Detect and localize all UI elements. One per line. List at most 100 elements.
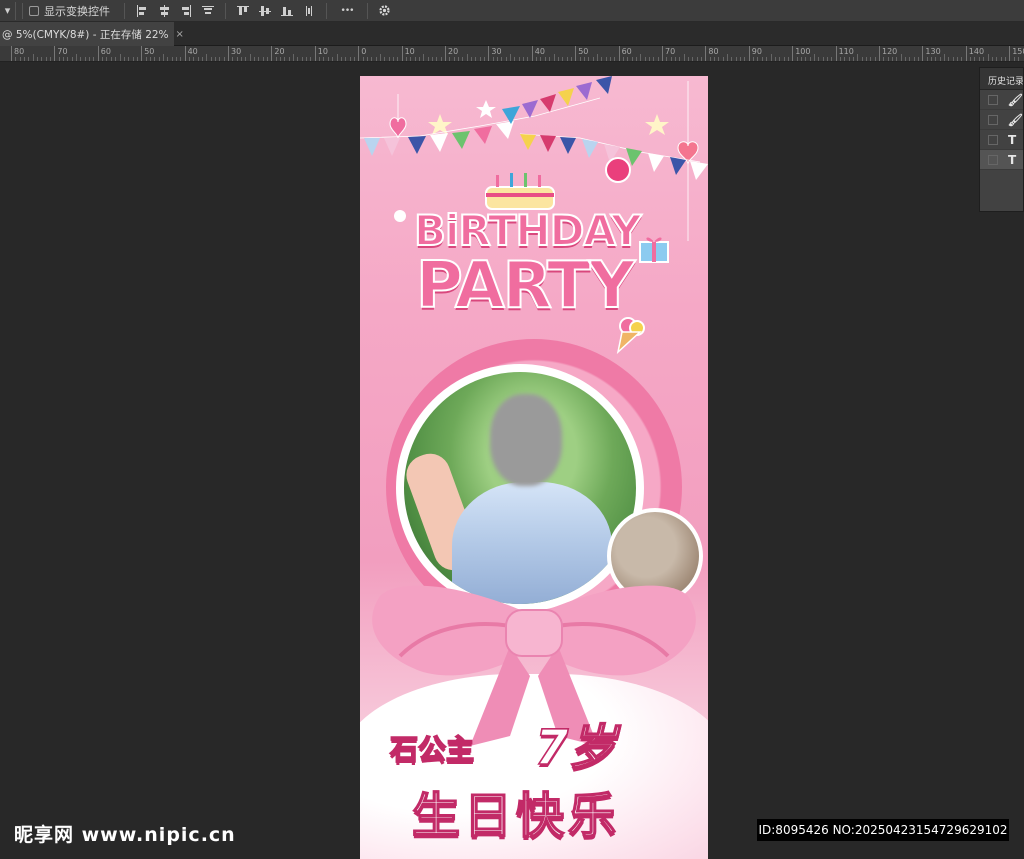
ruler-minor-tick	[115, 57, 117, 61]
history-snapshot-box[interactable]	[988, 114, 998, 125]
ruler-minor-tick	[779, 57, 781, 61]
ruler-minor-tick	[978, 57, 980, 61]
ruler-tick-label: 10	[401, 46, 415, 61]
ruler-minor-tick	[332, 57, 334, 61]
ruler-minor-tick	[926, 57, 928, 61]
age-text: 7岁	[534, 719, 617, 777]
ruler-minor-tick	[254, 57, 256, 61]
ruler-minor-tick	[553, 54, 555, 61]
history-item[interactable]: 🖌	[980, 110, 1023, 130]
ruler-minor-tick	[991, 57, 993, 61]
ruler-minor-tick	[84, 57, 86, 61]
ruler-minor-tick	[666, 57, 668, 61]
cake-icon	[485, 173, 555, 210]
checkbox-box[interactable]	[29, 5, 39, 16]
ruler-minor-tick	[427, 57, 429, 61]
history-snapshot-box[interactable]	[988, 94, 998, 105]
ruler-minor-tick	[392, 57, 394, 61]
ruler-minor-tick	[45, 57, 47, 61]
ruler-minor-tick	[484, 57, 486, 61]
align-vertical-center-icon[interactable]	[254, 2, 276, 20]
align-top-edge-icon[interactable]	[197, 2, 219, 20]
ruler-minor-tick	[826, 57, 828, 61]
ruler-minor-tick	[37, 57, 39, 61]
ruler-minor-tick	[15, 57, 17, 61]
ruler-minor-tick	[774, 57, 776, 61]
history-item[interactable]: T	[980, 130, 1023, 150]
ruler-minor-tick	[306, 57, 308, 61]
ruler-minor-tick	[905, 57, 907, 61]
history-panel: 历史记录 🖌 🖌 T T	[979, 67, 1024, 212]
ruler-minor-tick	[540, 57, 542, 61]
ruler-tick-label: 20	[445, 46, 458, 61]
ruler-minor-tick	[635, 57, 637, 61]
poster-document[interactable]: BiRTHDAY PARTY 石公主 7岁 生日快乐	[360, 76, 708, 859]
ruler-minor-tick	[675, 57, 677, 61]
ruler-minor-tick	[892, 57, 894, 61]
ruler-minor-tick	[475, 57, 477, 61]
ruler-minor-tick	[783, 57, 785, 61]
ruler-minor-tick	[1017, 57, 1019, 61]
options-bar: ▾ 显示变换控件 •••	[0, 0, 1024, 22]
ruler-minor-tick	[900, 54, 902, 61]
ruler-minor-tick	[349, 57, 351, 61]
ruler-minor-tick	[32, 54, 34, 61]
align-bottom-icon[interactable]	[276, 2, 298, 20]
ruler-tick-label: 20	[271, 46, 285, 61]
ruler-minor-tick	[536, 57, 538, 61]
history-panel-title[interactable]: 历史记录	[980, 68, 1023, 90]
text-tool-icon: T	[1008, 152, 1017, 167]
ruler-minor-tick	[1000, 57, 1002, 61]
ruler-minor-tick	[67, 57, 69, 61]
ruler-minor-tick	[193, 57, 195, 61]
ruler-minor-tick	[592, 57, 594, 61]
ruler-minor-tick	[219, 57, 221, 61]
document-tab[interactable]: @ 5%(CMYK/8#) - 正在存储 22% ×	[0, 22, 184, 46]
ruler-minor-tick	[462, 57, 464, 61]
ruler-minor-tick	[128, 57, 130, 61]
ruler-minor-tick	[418, 57, 420, 61]
gear-icon[interactable]	[374, 2, 394, 20]
gift-icon	[639, 237, 669, 263]
ruler-minor-tick	[158, 57, 160, 61]
ruler-minor-tick	[727, 54, 729, 61]
ruler-minor-tick	[384, 57, 386, 61]
ruler-minor-tick	[757, 57, 759, 61]
history-item-selected[interactable]: T	[980, 150, 1023, 170]
ruler-tick-label: 30	[488, 46, 502, 61]
close-icon[interactable]: ×	[176, 29, 184, 40]
ruler-minor-tick	[557, 57, 559, 61]
more-options-icon[interactable]: •••	[333, 2, 361, 20]
distribute-icon[interactable]	[298, 2, 320, 20]
ruler-minor-tick	[583, 57, 585, 61]
ruler-minor-tick	[970, 57, 972, 61]
main-photo[interactable]	[396, 364, 644, 612]
ruler-minor-tick	[987, 54, 989, 61]
preset-dropdown-chevron-icon[interactable]: ▾	[0, 1, 16, 20]
ruler-minor-tick	[952, 57, 954, 61]
history-snapshot-box[interactable]	[988, 134, 998, 145]
align-left-icon[interactable]	[131, 2, 153, 20]
ruler-minor-tick	[262, 57, 264, 61]
ruler-minor-tick	[948, 57, 950, 61]
horizontal-ruler[interactable]: 80 70 60 50 40 30 20 10 0 10 20 30 40 50 60 70 80 90 100 11…	[0, 46, 1024, 62]
ruler-minor-tick	[805, 57, 807, 61]
history-item[interactable]: 🖌	[980, 90, 1023, 110]
ruler-minor-tick	[188, 57, 190, 61]
ruler-minor-tick	[479, 57, 481, 61]
ruler-minor-tick	[275, 57, 277, 61]
align-top-icon[interactable]	[232, 2, 254, 20]
ruler-minor-tick	[436, 57, 438, 61]
align-right-icon[interactable]	[175, 2, 197, 20]
align-horizontal-center-icon[interactable]	[153, 2, 175, 20]
ruler-tick-label: 70	[662, 46, 675, 61]
ruler-minor-tick	[614, 57, 616, 61]
history-snapshot-box[interactable]	[988, 154, 998, 165]
ruler-minor-tick	[19, 57, 21, 61]
ruler-minor-tick	[648, 57, 650, 61]
show-transform-controls-checkbox[interactable]: 显示变换控件	[29, 3, 110, 19]
headline-birthday: BiRTHDAY	[413, 205, 642, 256]
ruler-minor-tick	[692, 57, 694, 61]
ruler-minor-tick	[154, 57, 156, 61]
bow-ribbon	[372, 585, 696, 746]
